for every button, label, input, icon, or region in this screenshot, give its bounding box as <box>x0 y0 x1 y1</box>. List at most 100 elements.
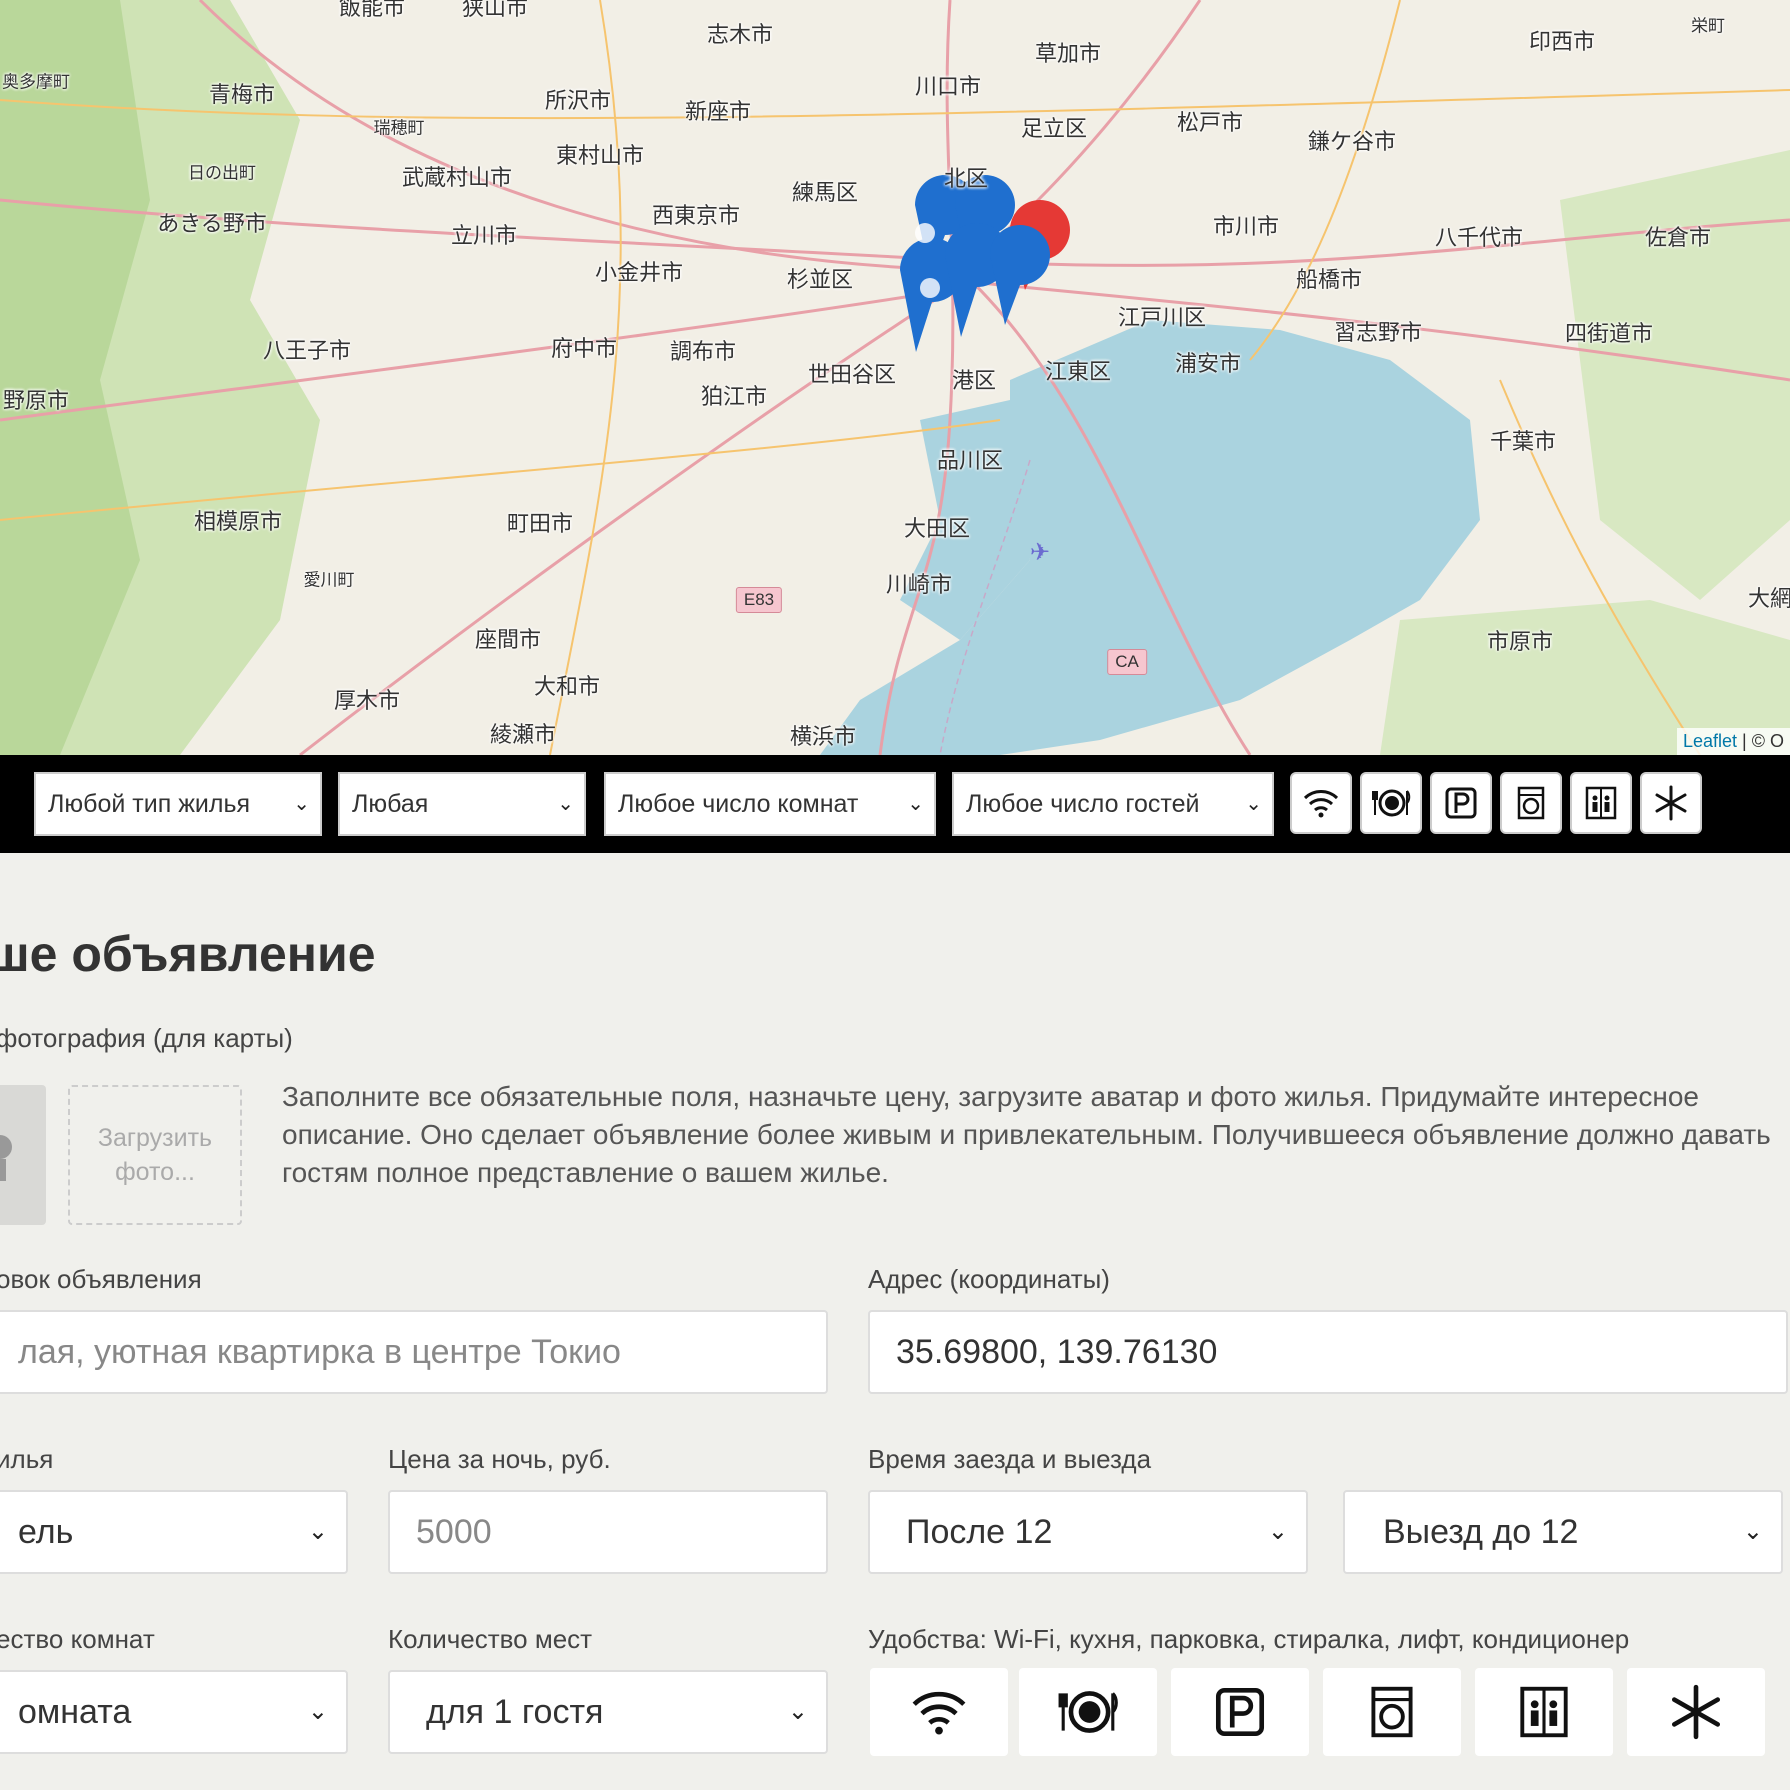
map[interactable]: ✈ 飯能市 狭山市 志木市 草加市 印西市 栄町 奥多摩町 青梅市 所沢市 新座… <box>0 0 1790 755</box>
map-label: 市原市 <box>1486 630 1554 655</box>
form-hint: Заполните все обязательные поля, назначь… <box>282 1081 1771 1188</box>
checkin-select[interactable]: После 12 ⌄ <box>868 1490 1308 1574</box>
conditioner-icon <box>1671 1684 1721 1740</box>
map-label: 愛川町 <box>303 570 355 591</box>
map-label: 志木市 <box>706 23 774 48</box>
checkout-select[interactable]: Выезд до 12 ⌄ <box>1343 1490 1783 1574</box>
map-label: 狭山市 <box>461 0 529 21</box>
map-label: 奥多摩町 <box>2 72 70 93</box>
map-label: 八千代市 <box>1434 226 1524 251</box>
map-label: 青梅市 <box>208 83 276 108</box>
road-shield: E83 <box>735 587 783 613</box>
filter-elevator[interactable] <box>1570 772 1632 834</box>
svg-text:✈: ✈ <box>1030 538 1050 566</box>
feature-kitchen[interactable] <box>1019 1668 1157 1756</box>
feature-conditioner[interactable] <box>1627 1668 1765 1756</box>
avatar-label: фотография (для карты) <box>0 1023 293 1053</box>
map-label: 立川市 <box>450 224 518 249</box>
capacity-select[interactable]: для 1 гостя ⌄ <box>388 1670 828 1754</box>
guests-filter[interactable]: Любое число гостей ⌄ <box>952 772 1274 836</box>
chevron-down-icon: ⌄ <box>307 1698 328 1725</box>
type-select[interactable]: ель ⌄ <box>0 1490 348 1574</box>
feature-elevator[interactable] <box>1475 1668 1613 1756</box>
chevron-down-icon: ⌄ <box>293 793 310 815</box>
map-label: 浦安市 <box>1174 352 1242 377</box>
map-label: 厚木市 <box>333 689 401 714</box>
map-label: 座間市 <box>474 628 542 653</box>
map-label: 北区 <box>943 167 989 192</box>
filter-washer[interactable] <box>1500 772 1562 834</box>
filter-parking[interactable] <box>1430 772 1492 834</box>
title-label: овок объявления <box>0 1264 202 1294</box>
upload-photo-button[interactable]: Загрузить фото... <box>68 1085 242 1225</box>
parking-icon <box>1215 1687 1265 1737</box>
title-input[interactable]: лая, уютная квартирка в центре Токио <box>0 1310 828 1394</box>
map-label: 足立区 <box>1020 117 1088 142</box>
map-label: 川崎市 <box>885 573 953 598</box>
rooms-select[interactable]: омната ⌄ <box>0 1670 348 1754</box>
map-label: 東村山市 <box>555 144 645 169</box>
map-label: 栄町 <box>1691 16 1725 37</box>
map-label: 市川市 <box>1212 215 1280 240</box>
map-label: 松戸市 <box>1176 111 1244 136</box>
feature-parking[interactable] <box>1171 1668 1309 1756</box>
map-label: 佐倉市 <box>1644 226 1712 251</box>
housing-type-filter-value: Любой тип жилья <box>48 790 251 818</box>
time-label: Время заезда и выезда <box>868 1444 1152 1474</box>
form-title: ше объявление <box>0 926 376 982</box>
map-label: 江戸川区 <box>1117 306 1207 331</box>
map-label: 相模原市 <box>193 510 283 535</box>
title-input-placeholder: лая, уютная квартирка в центре Токио <box>18 1333 621 1371</box>
map-label: 四街道市 <box>1564 322 1654 347</box>
checkout-select-value: Выезд до 12 <box>1383 1513 1579 1551</box>
map-label: 西東京市 <box>651 204 741 229</box>
kitchen-icon <box>1372 789 1411 817</box>
map-label: 横浜市 <box>789 725 857 750</box>
washer-icon <box>1371 1686 1413 1738</box>
kitchen-icon <box>1058 1691 1118 1733</box>
map-label: 練馬区 <box>791 181 859 206</box>
leaflet-link[interactable]: Leaflet <box>1683 731 1737 751</box>
parking-icon <box>1445 787 1477 819</box>
housing-type-filter[interactable]: Любой тип жилья ⌄ <box>34 772 322 836</box>
upload-photo-label: Загрузить фото... <box>97 1124 213 1186</box>
road-shield: CA <box>1107 649 1147 675</box>
map-label: 野原市 <box>2 389 70 414</box>
address-label: Адрес (координаты) <box>868 1264 1110 1294</box>
map-label: 所沢市 <box>544 89 612 114</box>
chevron-down-icon: ⌄ <box>557 793 574 815</box>
chevron-down-icon: ⌄ <box>1742 1518 1763 1545</box>
map-label: 日の出町 <box>188 163 256 184</box>
filter-kitchen[interactable] <box>1360 772 1422 834</box>
capacity-select-value: для 1 гостя <box>426 1693 604 1731</box>
feature-wifi[interactable] <box>870 1668 1008 1756</box>
checkin-select-value: После 12 <box>906 1513 1053 1551</box>
avatar-placeholder-icon <box>0 1135 12 1181</box>
address-input-value: 35.69800, 139.76130 <box>896 1333 1218 1371</box>
map-label: 綾瀬市 <box>489 723 557 748</box>
filter-conditioner[interactable] <box>1640 772 1702 834</box>
conditioner-icon <box>1655 785 1687 821</box>
feature-washer[interactable] <box>1323 1668 1461 1756</box>
map-label: 習志野市 <box>1333 321 1423 346</box>
chevron-down-icon: ⌄ <box>787 1698 808 1725</box>
filter-wifi[interactable] <box>1290 772 1352 834</box>
map-label: 品川区 <box>936 449 1004 474</box>
map-label: 千葉市 <box>1489 430 1557 455</box>
map-label: 新座市 <box>684 100 752 125</box>
price-input-placeholder: 5000 <box>416 1513 492 1551</box>
rooms-select-value: омната <box>18 1693 132 1731</box>
price-input[interactable]: 5000 <box>388 1490 828 1574</box>
type-label: илья <box>0 1444 54 1474</box>
address-input[interactable]: 35.69800, 139.76130 <box>868 1310 1788 1394</box>
rooms-filter[interactable]: Любое число комнат ⌄ <box>604 772 936 836</box>
chevron-down-icon: ⌄ <box>907 793 924 815</box>
map-label: 瑞穂町 <box>373 118 425 139</box>
elevator-icon <box>1520 1686 1568 1738</box>
map-label: 船橋市 <box>1295 268 1363 293</box>
price-filter[interactable]: Любая ⌄ <box>338 772 586 836</box>
map-label: 大田区 <box>903 517 971 542</box>
map-label: 江東区 <box>1044 360 1112 385</box>
map-label: 大和市 <box>533 675 601 700</box>
map-attribution: Leaflet | © O <box>1677 728 1790 755</box>
